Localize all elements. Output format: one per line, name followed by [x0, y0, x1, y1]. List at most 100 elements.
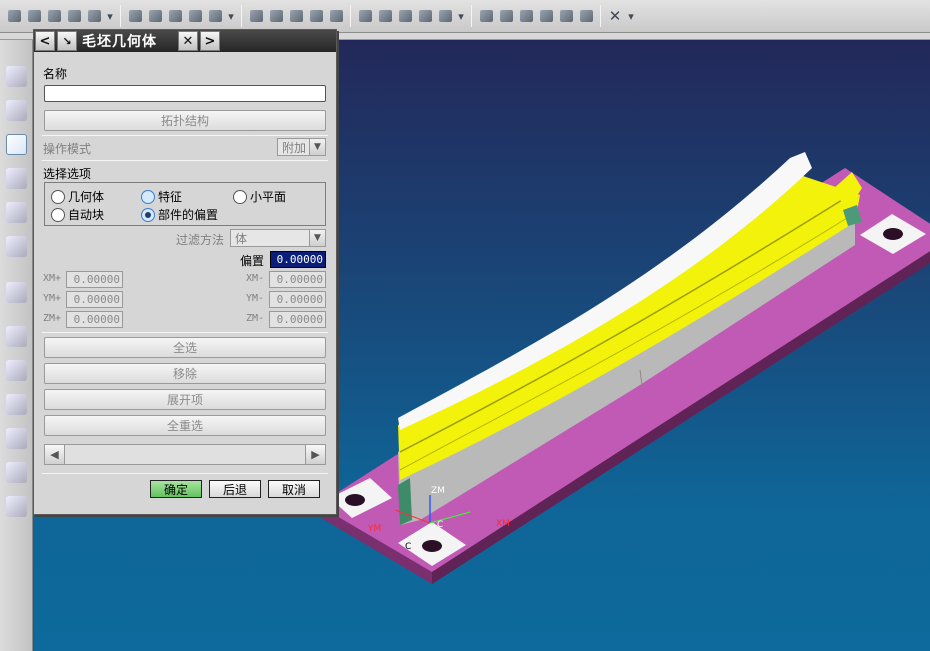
chevron-down-icon: ▼ — [309, 230, 325, 246]
program-view-icon[interactable] — [417, 8, 433, 24]
reuse-library-icon[interactable] — [6, 236, 27, 257]
offset-input[interactable]: 0.00000 — [270, 251, 326, 268]
cursor-icon-glyph — [7, 10, 21, 22]
create-method-icon[interactable] — [308, 8, 324, 24]
output-icon[interactable] — [397, 8, 413, 24]
render-icon[interactable] — [578, 8, 594, 24]
simulate-icon[interactable] — [437, 8, 453, 24]
dialog-title-bar: < ↘ 毛坯几何体 ✕ > — [34, 30, 336, 52]
back-arrow-icon[interactable]: < — [35, 31, 55, 51]
xm-plus-label: XM+ — [43, 273, 62, 284]
history-icon[interactable] — [6, 326, 27, 347]
name-input[interactable] — [44, 85, 326, 102]
method-icon[interactable] — [86, 8, 102, 24]
toolbar-separator — [600, 5, 601, 27]
select-all-button[interactable]: 全选 — [44, 337, 326, 358]
csys-label-c2: C — [405, 542, 411, 552]
layer-icon[interactable] — [538, 8, 554, 24]
operation-mode-value: 附加 — [282, 140, 307, 155]
xm-minus-label: XM- — [246, 273, 265, 284]
web-browser-icon[interactable] — [6, 282, 27, 303]
replay-icon-glyph — [168, 10, 182, 22]
assembly-navigator-icon[interactable] — [6, 66, 27, 87]
dropdown-icon[interactable]: ▾ — [457, 8, 465, 24]
view-icon[interactable] — [558, 8, 574, 24]
cursor-icon[interactable] — [6, 8, 22, 24]
system-materials-icon[interactable] — [6, 462, 27, 483]
create-operation-icon-glyph — [329, 10, 343, 22]
geometry-icon[interactable] — [46, 8, 62, 24]
expand-items-button[interactable]: 展开项 — [44, 389, 326, 410]
zm-plus-input[interactable]: 0.00000 — [66, 311, 123, 328]
operation-navigator-icon[interactable] — [6, 134, 27, 155]
radio-part-offset[interactable]: 部件的偏置 — [141, 206, 218, 223]
postprocess-icon[interactable] — [207, 8, 223, 24]
create-operation-icon[interactable] — [328, 8, 344, 24]
operation-icon[interactable] — [26, 8, 42, 24]
ok-button[interactable]: 确定 — [150, 480, 202, 498]
back-button[interactable]: 后退 — [209, 480, 261, 498]
topology-button[interactable]: 拓扑结构 — [44, 110, 326, 131]
program-view-icon-glyph — [418, 10, 432, 22]
scroll-right-icon[interactable]: ▶ — [305, 445, 325, 464]
generate-path-icon[interactable] — [127, 8, 143, 24]
cam-setup-icon[interactable] — [478, 8, 494, 24]
verify-icon[interactable] — [147, 8, 163, 24]
radio-facet[interactable]: 小平面 — [233, 188, 286, 205]
tool-icon[interactable] — [66, 8, 82, 24]
horizontal-scrollbar[interactable]: ◀ ▶ — [44, 444, 326, 465]
ym-minus-label: YM- — [246, 293, 265, 304]
cancel-button[interactable]: 取消 — [268, 480, 320, 498]
forward-arrow-icon[interactable]: > — [200, 31, 220, 51]
zm-minus-input[interactable]: 0.00000 — [269, 311, 326, 328]
axis-ym-label: YM — [367, 524, 381, 534]
list-icon[interactable] — [187, 8, 203, 24]
machine-tool-navigator-icon[interactable] — [6, 168, 27, 189]
part-navigator-icon[interactable] — [6, 202, 27, 223]
layer-icon-glyph — [539, 10, 553, 22]
render-icon-glyph — [579, 10, 593, 22]
xm-minus-input[interactable]: 0.00000 — [269, 271, 326, 288]
blank-geometry-dialog: < ↘ 毛坯几何体 ✕ > 名称 拓扑结构 操作模式 附加 ▼ 选择选项 几何体… — [33, 29, 337, 515]
radio-auto-block[interactable]: 自动块 — [51, 206, 104, 223]
close-x-icon[interactable]: ✕ — [607, 7, 623, 25]
replay-icon[interactable] — [167, 8, 183, 24]
radio-geometry[interactable]: 几何体 — [51, 188, 104, 205]
operation-mode-select[interactable]: 附加 ▼ — [277, 138, 326, 156]
dropdown-icon[interactable]: ▾ — [106, 8, 114, 24]
constraint-navigator-icon[interactable] — [6, 100, 27, 121]
create-program-icon[interactable] — [248, 8, 264, 24]
close-icon[interactable]: ✕ — [178, 31, 198, 51]
create-program-icon-glyph — [249, 10, 263, 22]
remove-button[interactable]: 移除 — [44, 363, 326, 384]
visualization-icon[interactable] — [6, 394, 27, 415]
filter-method-select[interactable]: 体 ▼ — [230, 229, 326, 247]
dropdown-icon[interactable]: ▾ — [627, 8, 635, 24]
dropdown-icon[interactable]: ▾ — [227, 8, 235, 24]
create-geometry-icon[interactable] — [288, 8, 304, 24]
analysis-icon[interactable] — [518, 8, 534, 24]
scroll-left-icon[interactable]: ◀ — [45, 445, 65, 464]
system-scenes-icon[interactable] — [6, 496, 27, 517]
analysis-icon-glyph — [519, 10, 533, 22]
geometry-icon-glyph — [47, 10, 61, 22]
feature-icon[interactable] — [357, 8, 373, 24]
filter-method-value: 体 — [235, 231, 248, 246]
list-icon-glyph — [188, 10, 202, 22]
resource-bar — [0, 40, 33, 651]
pin-icon[interactable]: ↘ — [57, 31, 77, 51]
toolbar-separator — [120, 5, 121, 27]
xm-plus-input[interactable]: 0.00000 — [66, 271, 123, 288]
ym-plus-input[interactable]: 0.00000 — [66, 291, 123, 308]
cam-setup-icon-glyph — [479, 10, 493, 22]
dialog-title: 毛坯几何体 — [82, 34, 157, 50]
reselect-all-button[interactable]: 全重选 — [44, 415, 326, 436]
process-studio-icon[interactable] — [6, 360, 27, 381]
chevron-down-icon: ▼ — [309, 139, 325, 155]
radio-feature[interactable]: 特征 — [141, 188, 182, 205]
ym-minus-input[interactable]: 0.00000 — [269, 291, 326, 308]
shop-doc-icon[interactable] — [377, 8, 393, 24]
roles-icon[interactable] — [6, 428, 27, 449]
create-tool-icon[interactable] — [268, 8, 284, 24]
part-icon[interactable] — [498, 8, 514, 24]
